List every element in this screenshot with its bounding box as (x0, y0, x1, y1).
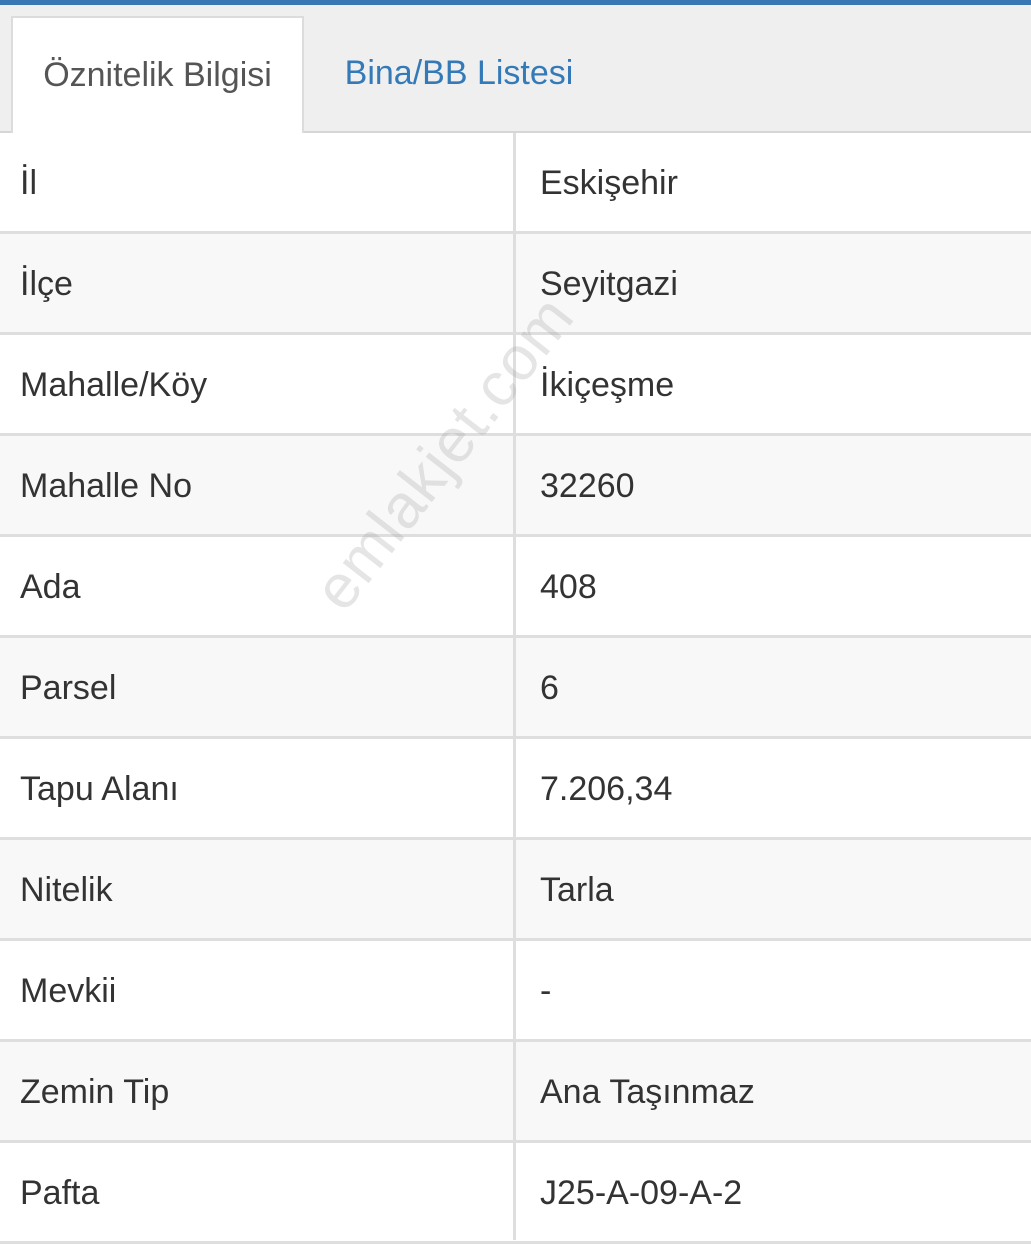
attribute-value: 32260 (540, 467, 635, 505)
attribute-value: J25-A-09-A-2 (540, 1174, 743, 1212)
attribute-label: İlçe (20, 265, 73, 303)
attribute-label: Mahalle/Köy (20, 366, 208, 404)
tab-building-list[interactable]: Bina/BB Listesi (304, 16, 614, 131)
attribute-label: Mevkii (20, 972, 117, 1010)
attribute-value: - (540, 972, 552, 1010)
tab-bar: Öznitelik Bilgisi Bina/BB Listesi (0, 5, 1031, 133)
attribute-value: 6 (540, 669, 559, 707)
attribute-label: Zemin Tip (20, 1073, 170, 1111)
attribute-value: İkiçeşme (540, 366, 675, 404)
column-divider (513, 133, 516, 1240)
attribute-value: Tarla (540, 871, 614, 909)
attribute-label: İl (20, 164, 37, 202)
attribute-value: Eskişehir (540, 164, 678, 202)
attribute-value: Ana Taşınmaz (540, 1073, 755, 1111)
attribute-value: Seyitgazi (540, 265, 678, 303)
tab-attribute-info[interactable]: Öznitelik Bilgisi (11, 16, 304, 133)
tab-attribute-info-label: Öznitelik Bilgisi (43, 56, 272, 94)
attribute-label: Pafta (20, 1174, 100, 1212)
attribute-value: 7.206,34 (540, 770, 673, 808)
attribute-label: Ada (20, 568, 81, 606)
attribute-label: Tapu Alanı (20, 770, 179, 808)
attribute-label: Parsel (20, 669, 117, 707)
attribute-value: 408 (540, 568, 597, 606)
attribute-label: Nitelik (20, 871, 113, 909)
attribute-label: Mahalle No (20, 467, 192, 505)
tab-building-list-label: Bina/BB Listesi (344, 54, 574, 92)
